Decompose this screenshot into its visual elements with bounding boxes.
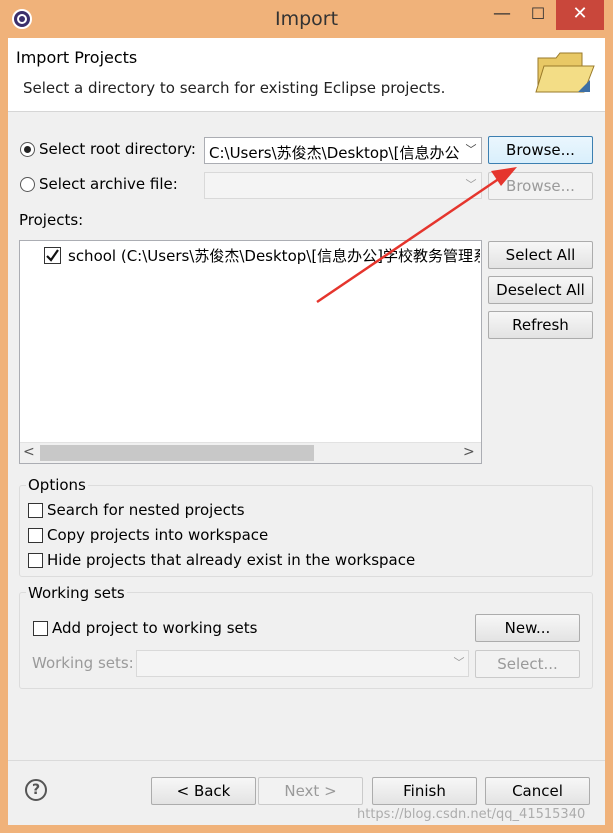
annotation-arrow (316, 167, 517, 304)
